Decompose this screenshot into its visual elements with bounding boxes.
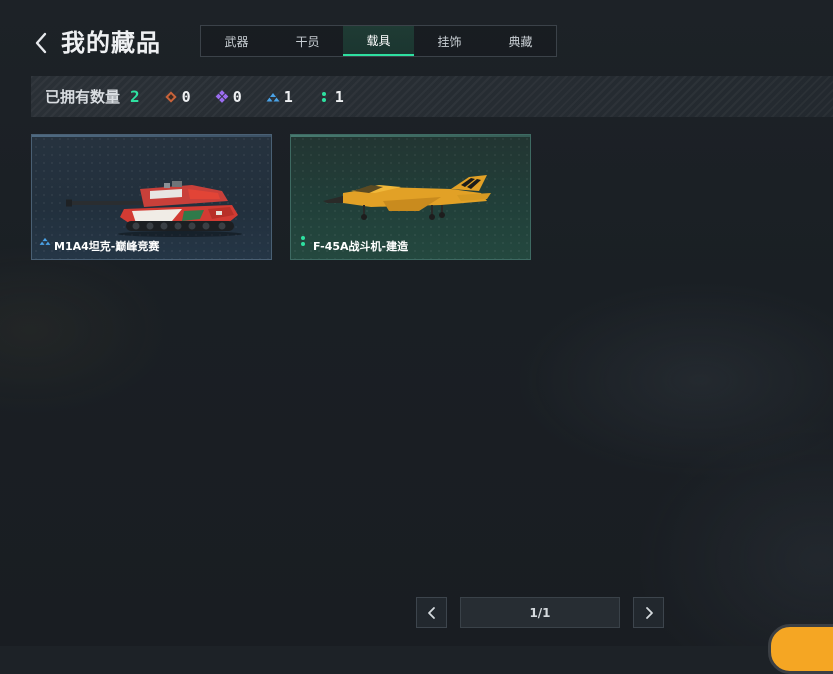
owned-count-label: 已拥有数量 [45, 88, 121, 106]
pagination: 1/1 [0, 597, 833, 628]
rarity-purple-count: 0 [232, 87, 242, 106]
back-button[interactable] [30, 29, 52, 57]
item-rarity-badge [39, 232, 51, 251]
owned-count-value: 2 [130, 87, 140, 106]
green-dots-icon [321, 91, 326, 102]
chevron-left-icon [35, 32, 47, 54]
rarity-orange: 0 [164, 88, 191, 106]
item-name: M1A4坦克-巅峰竞赛 [54, 240, 160, 253]
blue-triangle-icon [39, 237, 51, 245]
item-name: F-45A战斗机-建造 [313, 240, 409, 253]
item-rarity-badge [298, 232, 308, 251]
page-title: 我的藏品 [61, 29, 161, 57]
purple-diamond-icon [215, 89, 229, 103]
corner-action-button[interactable] [768, 624, 833, 674]
chevron-right-icon [645, 606, 653, 619]
item-card-jet[interactable]: F-45A战斗机-建造 [290, 134, 531, 260]
rarity-purple: 0 [215, 88, 242, 106]
tab-charms[interactable]: 挂饰 [414, 26, 485, 56]
rarity-blue: 1 [266, 88, 293, 106]
owned-stats-bar: 已拥有数量 2 0 0 1 1 [31, 76, 833, 117]
category-tabs: 武器 干员 载具 挂饰 典藏 [200, 25, 557, 57]
orange-diamond-icon [164, 90, 177, 103]
rarity-blue-count: 1 [283, 87, 293, 106]
green-dots-icon [301, 236, 305, 246]
blue-triangle-icon [266, 92, 280, 101]
tab-collection[interactable]: 典藏 [485, 26, 556, 56]
tab-operators[interactable]: 干员 [272, 26, 343, 56]
prev-page-button[interactable] [416, 597, 447, 628]
rarity-green: 1 [317, 88, 344, 106]
rarity-green-count: 1 [334, 87, 344, 106]
top-bar: 我的藏品 武器 干员 载具 挂饰 典藏 [0, 0, 833, 76]
tab-vehicles[interactable]: 载具 [343, 26, 414, 56]
next-page-button[interactable] [633, 597, 664, 628]
page-indicator: 1/1 [460, 597, 620, 628]
rarity-orange-count: 0 [181, 87, 191, 106]
tab-weapons[interactable]: 武器 [201, 26, 272, 56]
chevron-left-icon [427, 606, 435, 619]
item-card-tank[interactable]: M1A4坦克-巅峰竞赛 [31, 134, 272, 260]
